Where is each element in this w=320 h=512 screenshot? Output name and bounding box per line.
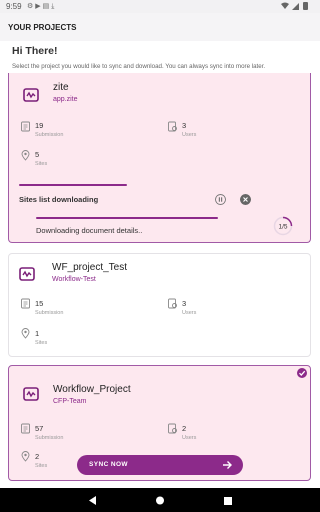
home-icon[interactable] [156, 496, 164, 505]
sites-label: Sites [35, 340, 48, 346]
status-right-icons [280, 1, 312, 13]
cancel-icon[interactable] [240, 194, 251, 205]
users-label: Users [182, 132, 197, 138]
project-icon [23, 88, 39, 102]
sync-now-button[interactable]: SYNC NOW [77, 455, 243, 475]
sites-label: Sites [35, 463, 48, 469]
status-bar: 9:59 ⚙▶▤⤓ [0, 0, 320, 13]
location-icon [21, 328, 30, 339]
document-progress-bar [36, 217, 218, 219]
project-list-screen[interactable]: Hi There! Select the project you would l… [0, 41, 320, 488]
system-nav-bar [0, 488, 320, 512]
pause-icon[interactable] [215, 194, 226, 205]
wifi-icon [281, 2, 289, 9]
sync-now-label: SYNC NOW [89, 461, 128, 468]
users-count: 3 [182, 121, 187, 130]
sites-count: 5 [35, 150, 40, 159]
users-count: 2 [182, 424, 187, 433]
download-icon: ⤓ [51, 3, 57, 10]
users-label: Users [182, 310, 197, 316]
users-icon [168, 423, 177, 434]
status-left-icons: ⚙▶▤⤓ [27, 2, 56, 11]
submission-label: Submission [35, 132, 64, 138]
project-icon [19, 267, 35, 281]
users-icon [168, 121, 177, 132]
sites-label: Sites [35, 161, 48, 167]
project-code: app.zite [53, 96, 78, 103]
project-card-wf-project-test[interactable]: WF_project_Test Workflow-Test 15 Submiss… [8, 253, 311, 357]
signal-icon [292, 3, 299, 10]
sites-count: 1 [35, 329, 40, 338]
sites-download-label: Sites list downloading [19, 195, 99, 204]
recents-icon[interactable] [224, 497, 232, 505]
project-icon [23, 387, 39, 401]
project-name: zite [53, 82, 69, 93]
status-time: 9:59 [6, 2, 22, 11]
submission-icon [21, 121, 30, 132]
sites-count: 2 [35, 452, 40, 461]
project-name: WF_project_Test [52, 262, 128, 273]
project-card-zite[interactable]: zite app.zite 19 Submission 3 Users 5 Si… [8, 73, 311, 243]
project-name: Workflow_Project [53, 384, 131, 395]
project-code: CFP-Team [53, 398, 87, 405]
submission-label: Submission [35, 310, 64, 316]
download-step: 1/5 [278, 224, 287, 231]
submission-count: 57 [35, 424, 44, 433]
location-icon [21, 150, 30, 161]
app-bar: YOUR PROJECTS [0, 13, 320, 41]
play-icon: ▶ [35, 3, 43, 10]
sites-progress-bar [19, 184, 127, 186]
submission-icon [21, 298, 30, 309]
back-icon[interactable] [89, 496, 96, 505]
project-code: Workflow-Test [52, 276, 96, 283]
greeting: Hi There! [12, 45, 58, 57]
users-icon [168, 298, 177, 309]
battery-icon [303, 2, 308, 10]
users-count: 3 [182, 299, 187, 308]
selected-check-icon [297, 368, 307, 378]
submission-icon [21, 423, 30, 434]
arrow-right-icon [223, 461, 232, 469]
file-icon: ▤ [42, 3, 52, 10]
location-icon [21, 451, 30, 462]
submission-count: 15 [35, 299, 44, 308]
instructions-text: Select the project you would like to syn… [12, 63, 266, 70]
submission-count: 19 [35, 121, 44, 130]
submission-label: Submission [35, 435, 64, 441]
users-label: Users [182, 435, 197, 441]
page-title: YOUR PROJECTS [8, 23, 77, 32]
download-step-indicator: 1/5 [273, 216, 293, 236]
document-download-label: Downloading document details.. [36, 226, 143, 235]
